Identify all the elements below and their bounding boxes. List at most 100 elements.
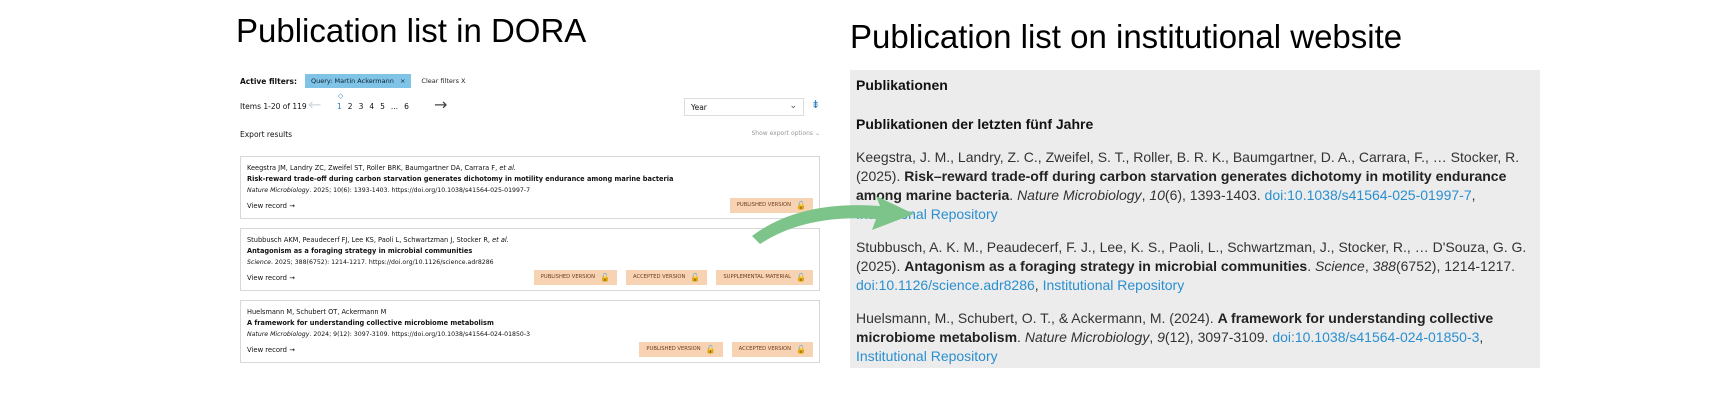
lock-open-icon: 🔓 bbox=[690, 273, 701, 282]
items-count: Items 1-20 of 119 bbox=[240, 102, 307, 111]
accepted-version-badge[interactable]: ACCEPTED VERSION 🔓 bbox=[625, 270, 708, 285]
publication-record: Stubbusch AKM, Peaudecerf FJ, Lee KS, Pa… bbox=[240, 228, 820, 291]
published-version-badge[interactable]: PUBLISHED VERSION 🔓 bbox=[533, 270, 617, 285]
record-et-al: et al. bbox=[492, 236, 509, 244]
record-citation-rest: . 2024; 9(12): 3097-3109. https://doi.or… bbox=[309, 331, 531, 338]
page-link[interactable]: 2 bbox=[348, 102, 353, 111]
published-version-badge[interactable]: PUBLISHED VERSION 🔓 bbox=[729, 198, 813, 213]
record-journal: Science bbox=[247, 259, 271, 266]
arrow-right-icon: → bbox=[289, 346, 295, 354]
chevron-down-icon: ⌄ bbox=[789, 101, 797, 111]
record-title: Antagonism as a foraging strategy in mic… bbox=[247, 247, 473, 255]
show-export-options-label: Show export options bbox=[751, 130, 814, 137]
sort-order-icon[interactable]: ⇟ bbox=[811, 98, 820, 111]
heading-institutional: Publication list on institutional websit… bbox=[850, 18, 1403, 55]
close-icon[interactable]: × bbox=[400, 77, 405, 85]
page-link[interactable]: 4 bbox=[369, 102, 374, 111]
chevron-down-icon: ⌄ bbox=[814, 130, 820, 137]
institutional-repository-link[interactable]: Institutional Repository bbox=[856, 348, 998, 364]
record-citation-rest: . 2025; 388(6752): 1214-1217. https://do… bbox=[271, 259, 494, 266]
record-title: A framework for understanding collective… bbox=[247, 319, 494, 327]
year-sort-select[interactable]: Year ⌄ bbox=[684, 98, 804, 116]
record-journal: Nature Microbiology bbox=[247, 331, 310, 338]
lock-open-icon: 🔓 bbox=[600, 273, 610, 282]
record-citation: Science. 2025; 388(6752): 1214-1217. htt… bbox=[247, 257, 813, 268]
published-version-badge[interactable]: PUBLISHED VERSION 🔓 bbox=[639, 342, 723, 357]
clear-filters-link[interactable]: Clear filters X bbox=[421, 77, 465, 85]
page-numbers: 1 2 3 4 5 ... 6 bbox=[337, 102, 409, 111]
entry-authors: Huelsmann, M., Schubert, O. T., & Ackerm… bbox=[856, 310, 1214, 326]
doi-link[interactable]: doi:10.1038/s41564-024-01850-3 bbox=[1272, 329, 1479, 345]
arrow-right-icon: → bbox=[289, 274, 295, 282]
entry-volume: 388 bbox=[1372, 258, 1396, 274]
badge-label: PUBLISHED VERSION bbox=[736, 202, 792, 208]
supplemental-material-badge[interactable]: SUPPLEMENTAL MATERIAL 🔓 bbox=[716, 270, 813, 285]
entry-journal: Nature Microbiology bbox=[1017, 187, 1142, 203]
entry-title: Antagonism as a foraging strategy in mic… bbox=[904, 258, 1308, 274]
show-export-options-link[interactable]: Show export options ⌄ bbox=[752, 130, 821, 137]
record-authors-text: Huelsmann M, Schubert OT, Ackermann M bbox=[247, 308, 387, 316]
current-page-marker-icon: ◇ bbox=[338, 92, 344, 100]
entry-pages: (6), 1393-1403. bbox=[1164, 187, 1261, 203]
record-authors-text: Keegstra JM, Landry ZC, Zweifel ST, Roll… bbox=[247, 164, 498, 172]
doi-link[interactable]: doi:10.1126/science.adr8286 bbox=[856, 277, 1035, 293]
record-authors: Keegstra JM, Landry ZC, Zweifel ST, Roll… bbox=[247, 163, 813, 174]
active-filters-label: Active filters: bbox=[240, 76, 297, 86]
entry-pages: (12), 3097-3109. bbox=[1164, 329, 1269, 345]
institutional-repository-link[interactable]: Institutional Repository bbox=[856, 206, 998, 222]
record-authors: Huelsmann M, Schubert OT, Ackermann M bbox=[247, 307, 813, 318]
version-badges: PUBLISHED VERSION 🔓 bbox=[729, 198, 813, 213]
recent-publications-heading: Publikationen der letzten fünf Jahre bbox=[856, 116, 1094, 132]
export-results-label: Export results bbox=[240, 130, 293, 139]
doi-link[interactable]: doi:10.1038/s41564-025-01997-7 bbox=[1265, 187, 1472, 203]
accepted-version-badge[interactable]: ACCEPTED VERSION 🔓 bbox=[731, 342, 813, 357]
heading-dora: Publication list in DORA bbox=[236, 12, 587, 49]
entry-pages: (6752), 1214-1217. bbox=[1395, 258, 1516, 274]
view-record-link[interactable]: View record → bbox=[247, 345, 295, 356]
active-filters-bar: Active filters: Query: Martin Ackermann … bbox=[240, 74, 466, 88]
institutional-publication-list: Publikationen Publikationen der letzten … bbox=[850, 70, 1540, 368]
badge-label: PUBLISHED VERSION bbox=[540, 274, 596, 280]
record-citation-rest: . 2025; 10(6): 1393-1403. https://doi.or… bbox=[309, 187, 531, 194]
record-authors-text: Stubbusch AKM, Peaudecerf FJ, Lee KS, Pa… bbox=[247, 236, 491, 244]
filter-chip-label: Query: Martin Ackermann bbox=[310, 77, 394, 85]
entry-volume: 10 bbox=[1149, 187, 1165, 203]
publications-heading: Publikationen bbox=[856, 77, 948, 93]
page-link[interactable]: 6 bbox=[404, 102, 409, 111]
lock-open-icon: 🔓 bbox=[796, 345, 806, 354]
view-record-label: View record bbox=[247, 202, 288, 210]
prev-page-arrow-icon[interactable]: ← bbox=[308, 96, 321, 114]
publication-record: Huelsmann M, Schubert OT, Ackermann M A … bbox=[240, 300, 820, 363]
arrow-right-icon: → bbox=[289, 202, 295, 210]
page-link[interactable]: 3 bbox=[359, 102, 364, 111]
pagination-bar: Items 1-20 of 119 ← ◇ 1 2 3 4 5 ... 6 → … bbox=[240, 92, 820, 116]
publication-entry: Stubbusch, A. K. M., Peaudecerf, F. J., … bbox=[856, 239, 1527, 293]
publication-record: Keegstra JM, Landry ZC, Zweifel ST, Roll… bbox=[240, 156, 820, 219]
page-ellipsis: ... bbox=[390, 102, 399, 111]
badge-label: ACCEPTED VERSION bbox=[738, 346, 792, 352]
lock-open-icon: 🔓 bbox=[796, 273, 806, 282]
publication-entry: Keegstra, J. M., Landry, Z. C., Zweifel,… bbox=[856, 149, 1520, 222]
lock-open-icon: 🔓 bbox=[705, 345, 716, 354]
record-et-al: et al. bbox=[499, 164, 517, 172]
view-record-label: View record bbox=[247, 346, 288, 354]
record-title: Risk-reward trade-off during carbon star… bbox=[247, 175, 674, 183]
view-record-link[interactable]: View record → bbox=[247, 273, 295, 284]
page-link[interactable]: 1 bbox=[337, 102, 342, 111]
version-badges: PUBLISHED VERSION 🔓 ACCEPTED VERSION 🔓 bbox=[639, 342, 813, 357]
filter-chip[interactable]: Query: Martin Ackermann × bbox=[304, 74, 412, 88]
page-link[interactable]: 5 bbox=[380, 102, 385, 111]
lock-open-icon: 🔓 bbox=[796, 201, 806, 210]
badge-label: ACCEPTED VERSION bbox=[632, 274, 686, 280]
record-citation: Nature Microbiology. 2025; 10(6): 1393-1… bbox=[247, 185, 813, 196]
next-page-arrow-icon[interactable]: → bbox=[434, 96, 447, 114]
record-citation: Nature Microbiology. 2024; 9(12): 3097-3… bbox=[247, 329, 813, 340]
version-badges: PUBLISHED VERSION 🔓 ACCEPTED VERSION 🔓 SUP… bbox=[533, 270, 813, 285]
view-record-label: View record bbox=[247, 274, 288, 282]
record-journal: Nature Microbiology bbox=[247, 187, 310, 194]
entry-volume: 9 bbox=[1157, 329, 1165, 345]
publication-entry: Huelsmann, M., Schubert, O. T., & Ackerm… bbox=[856, 310, 1494, 364]
view-record-link[interactable]: View record → bbox=[247, 201, 295, 212]
year-select-value: Year bbox=[691, 103, 707, 112]
institutional-repository-link[interactable]: Institutional Repository bbox=[1043, 277, 1185, 293]
